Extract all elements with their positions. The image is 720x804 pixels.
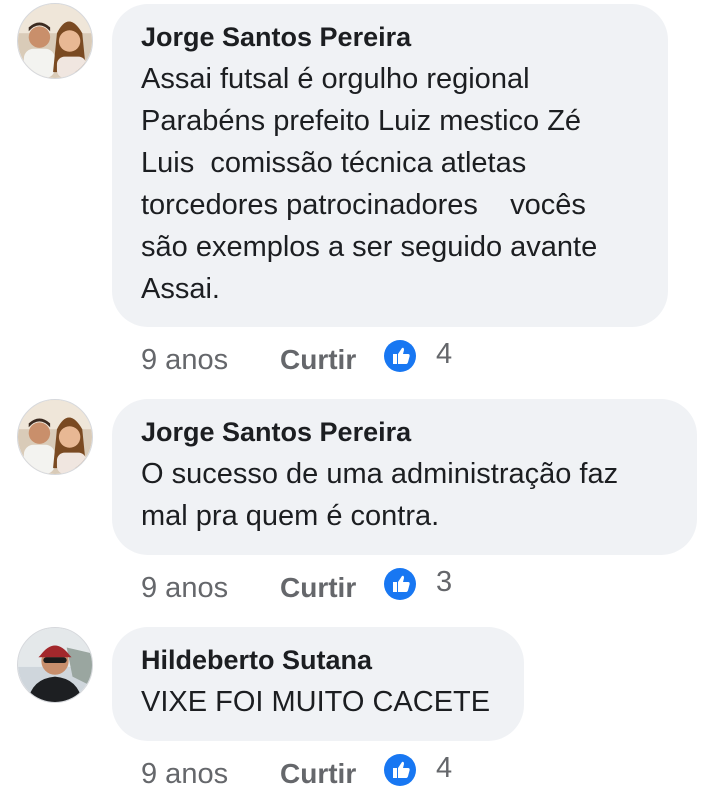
comment-text: O sucesso de uma administração faz mal p… [141,458,619,532]
reaction-count: 4 [436,752,453,784]
like-icon [384,568,416,600]
comment-text: Assai futsal é orgulho regional Parabéns… [141,63,598,305]
reaction-count: 3 [436,566,453,598]
comment-actions: 9 anos Curtir 3 [141,566,701,608]
reaction-count: 4 [436,338,453,370]
avatar[interactable] [17,627,93,703]
comment-author[interactable]: Hildeberto Sutana [141,645,494,675]
like-icon [384,340,416,372]
comment-bubble: Jorge Santos Pereira Assai futsal é orgu… [112,4,668,327]
comment-actions: 9 anos Curtir 4 [141,338,701,380]
comment-actions: 9 anos Curtir 4 [141,752,701,794]
couple-photo-avatar [18,400,92,474]
man-cap-photo-avatar [18,628,92,702]
comment-time[interactable]: 9 anos [141,758,228,790]
like-icon [384,754,416,786]
comment-author[interactable]: Jorge Santos Pereira [141,417,667,447]
comment-text: VIXE FOI MUITO CACETE [141,686,491,718]
avatar[interactable] [17,3,93,79]
comment-time[interactable]: 9 anos [141,344,228,376]
like-button[interactable]: Curtir [280,572,356,604]
comment-bubble: Jorge Santos Pereira O sucesso de uma ad… [112,399,697,555]
comment-bubble: Hildeberto Sutana VIXE FOI MUITO CACETE [112,627,524,741]
comment-author[interactable]: Jorge Santos Pereira [141,22,638,52]
like-button[interactable]: Curtir [280,758,356,790]
avatar[interactable] [17,399,93,475]
couple-photo-avatar [18,4,92,78]
like-button[interactable]: Curtir [280,344,356,376]
comment-time[interactable]: 9 anos [141,572,228,604]
